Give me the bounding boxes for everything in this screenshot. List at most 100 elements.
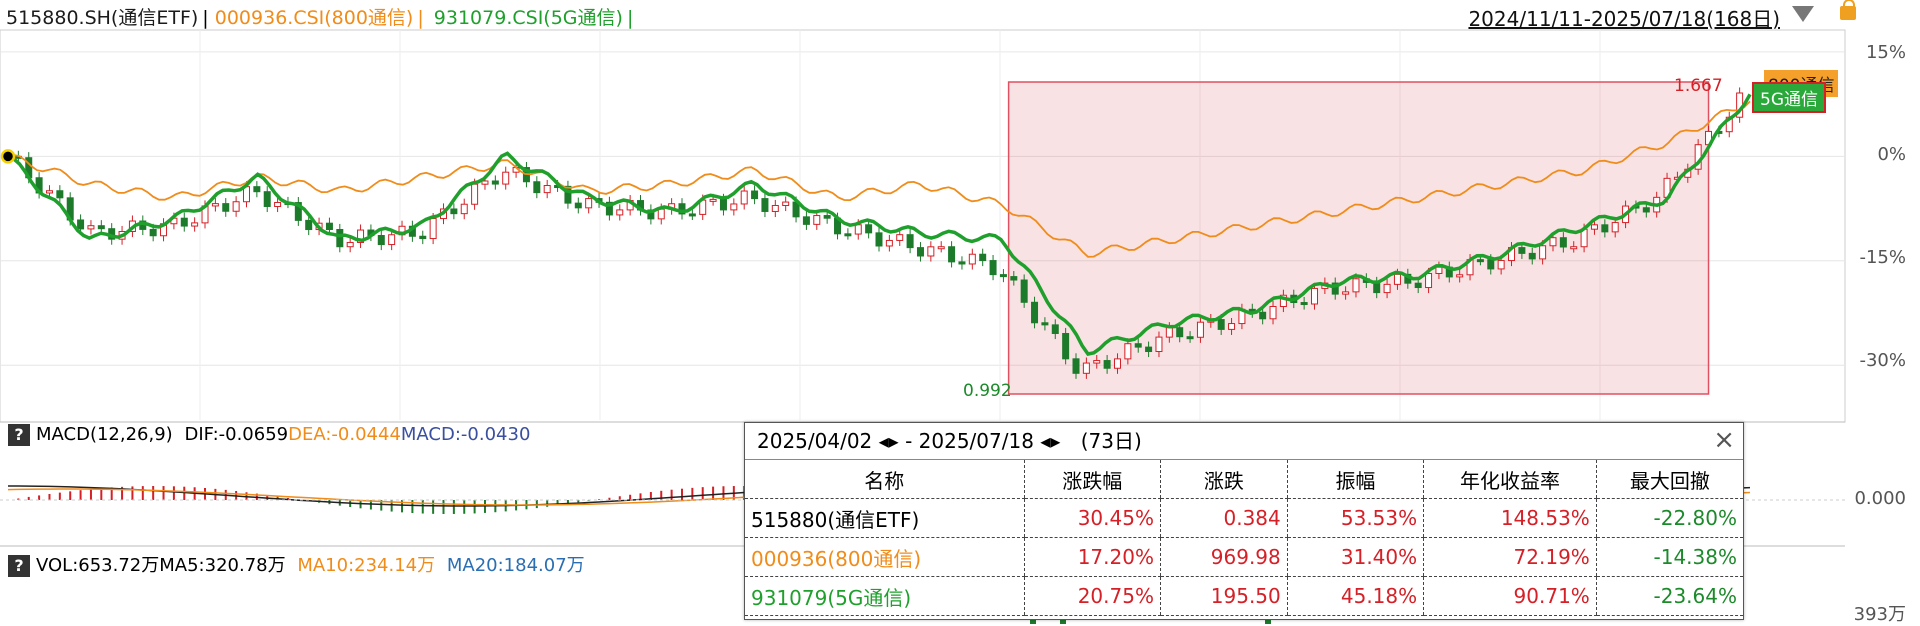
candle-body <box>1134 343 1142 348</box>
vol-label: VOL:653.72万 <box>36 555 160 576</box>
candle-body <box>429 218 437 240</box>
candle-body <box>336 228 344 248</box>
lock-icon[interactable] <box>1840 0 1856 20</box>
macd-axis-label: 0.000 <box>1854 488 1906 509</box>
candle-body <box>97 225 105 230</box>
candle-body <box>761 198 769 212</box>
dropdown-triangle-icon[interactable] <box>1792 6 1814 22</box>
candle-body <box>906 234 914 249</box>
candle-body <box>1539 245 1547 260</box>
candle-body <box>896 234 904 241</box>
table-row: 931079(5G通信) 20.75% 195.50 45.18% 90.71%… <box>745 576 1743 616</box>
candle-body <box>771 204 779 212</box>
series-tag-5g: 5G通信 <box>1752 82 1826 113</box>
candle-body <box>1217 319 1225 330</box>
candle-body <box>854 224 862 235</box>
candle-body <box>616 209 624 216</box>
candle-body <box>1549 237 1557 247</box>
popup-end-date[interactable]: 2025/07/18 <box>919 429 1034 453</box>
low-price-annotation: 0.992 <box>963 381 1012 401</box>
candle-body <box>1435 266 1443 274</box>
candle-body <box>1093 360 1101 364</box>
candle-body <box>1373 281 1381 294</box>
vol-header: ? VOL:653.72万MA5:320.78万 MA10:234.14万 MA2… <box>8 551 585 577</box>
candle-body <box>1269 305 1277 320</box>
stats-table: 名称 涨跌幅 涨跌 振幅 年化收益率 最大回撤 515880(通信ETF) 30… <box>745 460 1743 616</box>
candle-body <box>1176 327 1184 338</box>
candle-body <box>916 247 924 257</box>
candle-body <box>346 241 354 248</box>
candle-body <box>533 181 541 194</box>
candle-body <box>149 228 157 237</box>
candle-body <box>1570 246 1578 250</box>
col-amplitude: 振幅 <box>1286 460 1424 499</box>
macd-header: ? MACD(12,26,9) DIF:-0.0659DEA:-0.0444MAC… <box>8 424 530 446</box>
candle-body <box>1601 224 1609 233</box>
candle-body <box>1259 311 1267 320</box>
candle-body <box>1196 321 1204 338</box>
candle-body <box>1228 323 1236 330</box>
candle-body <box>1165 327 1173 338</box>
candle-body <box>1300 302 1308 306</box>
legend-series1: 515880.SH(通信ETF) <box>6 7 199 29</box>
legend-series2: 000936.CSI(800通信) <box>214 7 414 29</box>
y-axis-label-2: 0% <box>1877 144 1906 165</box>
candle-body <box>958 261 966 265</box>
candle-body <box>222 203 230 212</box>
candle-body <box>388 234 396 246</box>
popup-start-date[interactable]: 2025/04/02 <box>757 429 872 453</box>
popup-title: 2025/04/02 ◂▸ - 2025/07/18 ◂▸ (73日) <box>745 423 1743 460</box>
candle-body <box>1383 283 1391 294</box>
help-icon[interactable]: ? <box>8 555 30 577</box>
candle-body <box>419 235 427 240</box>
candle-body <box>865 224 873 234</box>
candle-body <box>87 225 95 230</box>
candle-body <box>1590 224 1598 230</box>
candle-body <box>191 222 199 227</box>
candle-body <box>1611 222 1619 233</box>
macd-dif: DIF:-0.0659 <box>184 424 289 445</box>
col-change: 涨跌 <box>1159 460 1288 499</box>
candle-body <box>232 201 240 212</box>
candle-body <box>481 180 489 185</box>
date-range-selector[interactable]: 2024/11/11-2025/07/18(168日) <box>1468 3 1780 32</box>
candle-body <box>740 190 748 205</box>
interval-stats-popup[interactable]: 2025/04/02 ◂▸ - 2025/07/18 ◂▸ (73日) × 名称… <box>744 422 1744 620</box>
candle-body <box>730 203 738 211</box>
vol-ma10: MA10:234.14万 <box>297 555 436 576</box>
candle-body <box>937 246 945 250</box>
candle-body <box>999 274 1007 278</box>
candle-body <box>274 201 282 207</box>
candle-body <box>875 232 883 247</box>
candle-body <box>1124 343 1132 360</box>
candle-body <box>1393 273 1401 285</box>
candle-body <box>45 190 53 194</box>
candle-body <box>1456 274 1464 278</box>
candle-body <box>1414 282 1422 289</box>
candle-body <box>1041 322 1049 326</box>
candle-body <box>211 203 219 207</box>
y-axis-label-3: -15% <box>1859 247 1906 268</box>
candle-body <box>460 203 468 215</box>
candle-body <box>1311 287 1318 305</box>
macd-dea: DEA:-0.0444 <box>288 424 401 445</box>
candle-body <box>1031 301 1039 324</box>
candle-body <box>1642 207 1650 213</box>
candle-body <box>927 246 935 257</box>
legend-series3: 931079.CSI(5G通信) <box>433 7 623 29</box>
candle-body <box>1082 362 1090 374</box>
col-annual-return: 年化收益率 <box>1423 460 1597 499</box>
candle-body <box>813 215 821 225</box>
macd-value: MACD:-0.0430 <box>400 424 531 445</box>
y-axis-label-4: -30% <box>1859 350 1906 371</box>
candle-body <box>77 219 85 230</box>
y-axis-label-1: 15% <box>1865 42 1906 63</box>
candle-body <box>1425 272 1433 289</box>
candle-body <box>56 190 64 199</box>
candle-body <box>1010 276 1018 281</box>
candle-body <box>989 260 997 276</box>
help-icon[interactable]: ? <box>8 424 30 446</box>
candle-body <box>968 253 976 265</box>
close-icon[interactable]: × <box>1713 425 1735 455</box>
col-change-pct: 涨跌幅 <box>1023 460 1161 499</box>
